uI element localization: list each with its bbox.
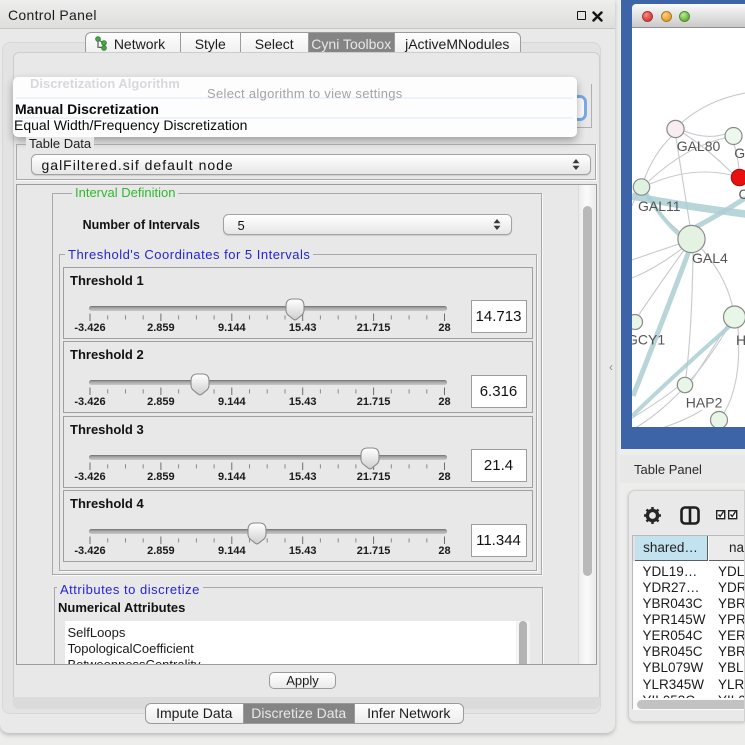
svg-text:GA: GA — [734, 145, 745, 161]
svg-text:GAL11: GAL11 — [638, 198, 681, 214]
svg-text:HA: HA — [736, 332, 745, 348]
svg-text:CY: CY — [738, 186, 745, 202]
svg-text:HAP2: HAP2 — [685, 395, 722, 411]
svg-text:GAL80: GAL80 — [676, 138, 720, 154]
svg-text:GAL4: GAL4 — [692, 250, 728, 266]
svg-text:GCY1: GCY1 — [632, 332, 665, 348]
